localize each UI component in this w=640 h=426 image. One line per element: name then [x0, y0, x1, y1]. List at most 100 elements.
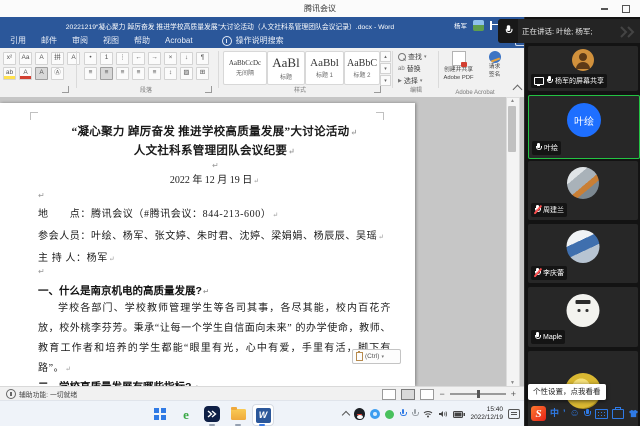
voice-input-icon[interactable] — [584, 409, 591, 419]
tab-review[interactable]: 审阅 — [72, 35, 88, 46]
participant-tile[interactable]: Maple — [528, 287, 638, 347]
borders-icon[interactable] — [196, 67, 209, 80]
tab-mailings[interactable]: 邮件 — [41, 35, 57, 46]
acrobat-group-label: Adobe Acrobat — [436, 90, 514, 96]
numbering-icon[interactable] — [100, 52, 113, 65]
battery-icon[interactable] — [453, 405, 465, 423]
input-mode-toggle[interactable]: 中 — [550, 409, 559, 418]
justify-icon[interactable] — [132, 67, 145, 80]
highlight-color-icon[interactable] — [3, 67, 16, 80]
avatar — [572, 49, 594, 71]
mic-muted-icon — [534, 268, 541, 278]
distribute-icon[interactable] — [148, 67, 161, 80]
request-signature-button[interactable]: 请求 签名 — [478, 51, 511, 89]
read-mode-icon[interactable] — [382, 389, 396, 400]
replace-button[interactable]: 替换 — [398, 64, 421, 74]
tab-help[interactable]: 帮助 — [134, 35, 150, 46]
participant-tile-screenshare[interactable]: 杨军的屏幕共享 — [528, 46, 638, 91]
punctuation-icon[interactable] — [563, 409, 566, 418]
start-button[interactable] — [150, 404, 170, 424]
styles-scroll-up-icon[interactable] — [380, 51, 391, 62]
participant-tile[interactable]: 李庆蕾 — [528, 224, 638, 283]
toolbox-icon[interactable] — [612, 409, 624, 419]
participant-tile[interactable]: 叶绘 叶绘 — [528, 95, 640, 159]
scroll-up-icon[interactable] — [509, 99, 516, 104]
tab-view[interactable]: 视图 — [103, 35, 119, 46]
ribbon-display-options-icon[interactable] — [490, 22, 492, 29]
style-no-spacing[interactable]: AaBbCcDc 无间隔 — [223, 51, 267, 85]
styles-gallery-scroll — [380, 51, 391, 86]
emoji-icon[interactable] — [570, 409, 580, 419]
tab-acrobat[interactable]: Acrobat — [165, 36, 193, 45]
multilevel-list-icon[interactable] — [116, 52, 129, 65]
collapse-ribbon-icon[interactable] — [513, 85, 523, 95]
vertical-scrollbar[interactable] — [506, 97, 520, 386]
create-share-pdf-button[interactable]: 创建并共享 Adobe PDF — [442, 51, 475, 89]
align-right-icon[interactable] — [116, 67, 129, 80]
styles-dialog-launcher[interactable] — [374, 86, 381, 93]
style-heading1[interactable]: AaBbl 标题 1 — [305, 51, 344, 85]
tab-references[interactable]: 引用 — [10, 35, 26, 46]
paragraph-mark: ↵ — [38, 191, 45, 200]
change-case-icon[interactable] — [19, 52, 32, 65]
account-avatar[interactable] — [473, 20, 484, 31]
styles-more-icon[interactable] — [380, 75, 391, 86]
document-page[interactable]: “凝心聚力 踔厉奋发 推进学校高质量发展”大讨论活动 人文社科系管理团队会议纪要… — [0, 103, 415, 386]
align-center-icon[interactable] — [100, 67, 113, 80]
tell-me-search[interactable]: 操作说明搜索 — [222, 35, 284, 46]
qq-tray-icon[interactable] — [354, 408, 365, 420]
notification-center-icon[interactable] — [508, 409, 520, 419]
browser-tray-icon[interactable] — [370, 409, 380, 419]
zoom-out-button[interactable] — [439, 390, 444, 399]
participant-tile[interactable]: 周建兰 — [528, 161, 638, 220]
app-restore-button[interactable] — [618, 4, 634, 14]
style-heading2[interactable]: AaBbC 标题 2 — [344, 51, 380, 85]
enclose-characters-icon[interactable] — [51, 67, 64, 80]
taskbar-clock[interactable]: 15:40 2022/12/19 — [470, 406, 503, 422]
soft-keyboard-icon[interactable] — [595, 409, 608, 419]
style-title[interactable]: AaBl 标题 — [267, 51, 305, 85]
zoom-slider-thumb[interactable] — [477, 390, 480, 398]
asian-layout-icon[interactable] — [164, 52, 177, 65]
wifi-icon[interactable] — [423, 405, 433, 423]
zoom-slider[interactable] — [450, 393, 506, 395]
phonetic-guide-icon[interactable] — [51, 52, 64, 65]
bullets-icon[interactable] — [84, 52, 97, 65]
shading-icon[interactable] — [180, 67, 193, 80]
microphone-tray-icon[interactable] — [399, 409, 406, 419]
skin-icon[interactable] — [628, 405, 639, 423]
tray-overflow-icon[interactable] — [342, 411, 350, 419]
screen-share-icon — [534, 77, 544, 85]
increase-indent-icon[interactable] — [148, 52, 161, 65]
print-layout-icon[interactable] — [401, 389, 415, 400]
sogou-logo[interactable]: S — [531, 406, 546, 421]
audio-device-tray-icon[interactable] — [411, 409, 418, 419]
line-spacing-icon[interactable] — [164, 67, 177, 80]
styles-scroll-down-icon[interactable] — [380, 63, 391, 74]
zoom-in-button[interactable] — [511, 390, 516, 399]
superscript-icon[interactable] — [3, 52, 16, 65]
sort-icon[interactable] — [180, 52, 193, 65]
taskbar-meeting-button[interactable] — [202, 404, 222, 424]
web-layout-icon[interactable] — [420, 389, 434, 400]
taskbar-browser-button[interactable]: e — [176, 404, 196, 424]
paste-options-button[interactable]: (Ctrl) — [352, 349, 401, 364]
show-marks-icon[interactable] — [196, 52, 209, 65]
paragraph-dialog-launcher[interactable] — [205, 86, 212, 93]
volume-icon[interactable] — [438, 405, 448, 423]
app-minimize-button[interactable] — [596, 4, 612, 14]
doc-title-line1: “凝心聚力 踔厉奋发 推进学校高质量发展”大讨论活动 — [38, 123, 391, 139]
text-effects-icon[interactable] — [35, 52, 48, 65]
taskbar-explorer-button[interactable] — [228, 404, 248, 424]
character-border-icon[interactable] — [67, 52, 80, 65]
taskbar-word-button[interactable]: W — [252, 404, 274, 426]
font-dialog-launcher[interactable] — [62, 86, 69, 93]
scrollbar-thumb[interactable] — [508, 106, 516, 152]
decrease-indent-icon[interactable] — [132, 52, 145, 65]
character-shading-icon[interactable] — [35, 67, 48, 80]
wechat-tray-icon[interactable] — [385, 410, 394, 419]
find-button[interactable]: 查找 — [398, 52, 427, 62]
font-color-icon[interactable] — [19, 67, 32, 80]
mic-icon — [498, 19, 518, 43]
align-left-icon[interactable] — [84, 67, 97, 80]
